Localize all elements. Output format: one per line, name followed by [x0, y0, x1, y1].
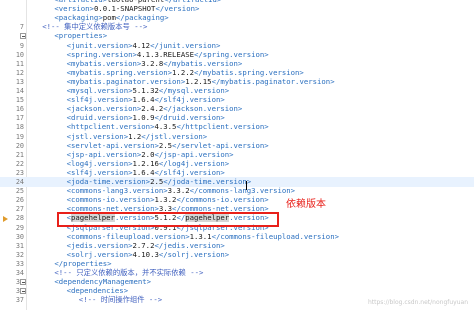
tag-token: </spring.version> — [194, 49, 269, 59]
comment-token: <!-- 集中定义依赖版本号 --> — [42, 22, 148, 32]
text-caret — [246, 181, 247, 190]
value-token: 1.2.16 — [132, 158, 159, 168]
value-token: 4.1.3.RELEASE — [136, 49, 195, 59]
value-token: 1.3.1 — [189, 231, 212, 241]
tag-token: <commons-io.version> — [66, 195, 155, 205]
tag-token: <commons-fileupload.version> — [66, 231, 190, 241]
tag-token: </mybatis.paginator.version> — [211, 76, 335, 86]
tag-token: <servlet-api.version> — [66, 140, 159, 150]
value-token: 2.7.2 — [132, 240, 155, 250]
value-token: pom — [102, 13, 116, 23]
tag-token: </jedis.version> — [154, 240, 225, 250]
value-token: 4.10.3 — [132, 249, 159, 259]
line-number: 37 — [15, 296, 24, 305]
tag-token: <mybatis.version> — [66, 58, 142, 68]
tag-token: <jstl.version> — [66, 131, 129, 141]
tag-token: <log4j.version> — [66, 158, 133, 168]
tag-token: <joda-time.version> — [66, 177, 151, 186]
value-token: 1.6.4 — [132, 95, 155, 105]
value-token: 2.0 — [141, 149, 155, 159]
tag-token: </solrj.version> — [158, 249, 230, 259]
tag-token: </jstl.version> — [141, 131, 208, 141]
tag-token: <mybatis.spring.version> — [66, 67, 173, 77]
xml-editor[interactable]: <artifactId>taotao-parent</artifactId><v… — [0, 0, 474, 310]
tag-token: </mysql.version> — [158, 86, 230, 95]
tag-token: <mybatis.paginator.version> — [66, 76, 186, 86]
value-token: 0.0.1-SNAPSHOT — [93, 4, 156, 14]
fold-toggle-icon[interactable] — [20, 288, 26, 295]
tag-token: <spring.version> — [66, 49, 137, 59]
value-token: 1.2.15 — [185, 76, 212, 86]
tag-token: <mysql.version> — [66, 86, 133, 95]
tag-token: </jackson.version> — [163, 104, 243, 114]
value-token: 5.1.32 — [132, 86, 159, 95]
tag-token: </junit.version> — [150, 40, 221, 50]
tag-token: <dependencies> — [66, 286, 129, 296]
value-token: 4.12 — [132, 40, 151, 50]
value-token: 1.0.9 — [132, 113, 155, 123]
fold-toggle-icon[interactable] — [20, 33, 26, 40]
fold-toggle-icon[interactable] — [20, 279, 26, 286]
value-token: 1.2 — [128, 131, 142, 141]
tag-token: <packaging> — [54, 13, 103, 23]
tag-token: <jackson.version> — [66, 104, 142, 114]
tag-token: </version> — [155, 4, 200, 14]
tag-token: <properties> — [54, 31, 108, 41]
value-token: 1.3.2 — [154, 195, 177, 205]
value-token: 2.4.2 — [141, 104, 164, 114]
value-token: 3.2.8 — [141, 58, 164, 68]
tag-token: </jsp-api.version> — [154, 149, 234, 159]
comment-token: <!-- 时间操作组件 --> — [78, 295, 163, 305]
tag-token: </mybatis.version> — [163, 58, 243, 68]
tag-token: </servlet-api.version> — [172, 140, 269, 150]
tag-token: </properties> — [54, 258, 112, 268]
tag-token: <commons-lang3.version> — [66, 186, 168, 196]
tag-token: <version> — [54, 4, 94, 14]
watermark: https://blog.csdn.net/nongfuyuan — [367, 299, 468, 306]
tag-token: <jsp-api.version> — [66, 149, 142, 159]
tag-token: </commons-lang3.version> — [189, 186, 296, 196]
tag-token: </slf4j.version> — [154, 167, 225, 177]
tag-token: <jedis.version> — [66, 240, 133, 250]
tag-token: </mybatis.spring.version> — [194, 67, 304, 77]
value-token: 2.5 — [150, 177, 164, 186]
value-token: 4.3.5 — [154, 122, 177, 132]
annotation-note: 依赖版本 — [286, 199, 326, 210]
tag-token: <junit.version> — [66, 40, 133, 50]
code-text: <!-- 时间操作组件 --> — [79, 295, 162, 305]
comment-token: <!-- 只定义依赖的版本，并不实际依赖 --> — [54, 268, 204, 277]
value-token: 1.2.2 — [172, 67, 194, 77]
tag-token: <druid.version> — [66, 113, 133, 123]
tag-token: </log4j.version> — [158, 158, 230, 168]
tag-token: <httpclient.version> — [66, 122, 155, 132]
tag-token: <slf4j.version> — [66, 95, 133, 105]
tag-token: </slf4j.version> — [154, 95, 225, 105]
value-token: 1.6.4 — [132, 167, 155, 177]
value-token: 3.3.2 — [167, 186, 190, 196]
tag-token: </joda-time.version> — [163, 177, 252, 186]
tag-token: </httpclient.version> — [176, 122, 269, 132]
warning-marker-icon — [3, 216, 8, 222]
tag-token: <slf4j.version> — [66, 167, 133, 177]
tag-token: </commons-fileupload.version> — [211, 231, 339, 241]
highlight-box — [57, 212, 279, 227]
tag-token: </druid.version> — [154, 113, 225, 123]
tag-token: <solrj.version> — [66, 249, 133, 259]
value-token: 2.5 — [158, 140, 173, 150]
tag-token: </commons-io.version> — [176, 195, 269, 205]
tag-token: </packaging> — [115, 13, 169, 23]
tag-token: <dependencyManagement> — [54, 277, 152, 287]
